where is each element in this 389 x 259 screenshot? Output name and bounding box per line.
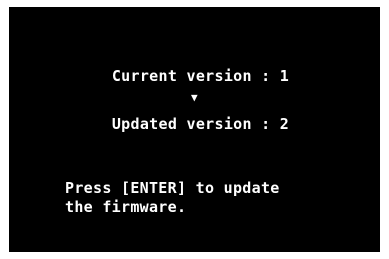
arrow-down-icon: ▼ — [191, 91, 198, 104]
updated-version-text: Updated version : 2 — [111, 115, 290, 133]
firmware-update-screen: Current version : 1 ▼ Updated version : … — [9, 7, 380, 252]
instruction-line-2: the firmware. — [65, 198, 187, 216]
current-version-text: Current version : 1 — [111, 67, 290, 85]
instruction-line-1: Press [ENTER] to update — [65, 179, 280, 197]
